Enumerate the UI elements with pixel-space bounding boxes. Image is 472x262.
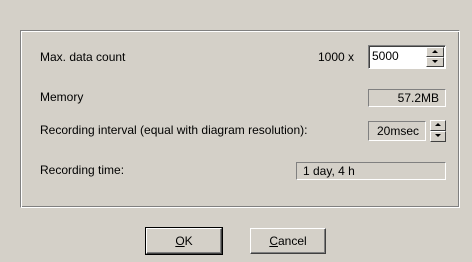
ok-button[interactable]: OK xyxy=(145,227,223,255)
max-data-count-spinner[interactable] xyxy=(368,45,446,69)
recording-time-value-field: 1 day, 4 h xyxy=(296,162,446,180)
arrow-down-icon xyxy=(435,134,441,137)
ok-button-mnemonic: O xyxy=(175,234,185,248)
memory-label: Memory xyxy=(40,90,84,104)
arrow-up-icon xyxy=(432,50,438,53)
recording-interval-value-field: 20msec xyxy=(368,121,426,141)
arrow-up-icon xyxy=(435,123,441,126)
recording-interval-increment-button[interactable] xyxy=(430,120,446,131)
recording-settings-dialog: Max. data count 1000 x Memory 57.2MB Rec… xyxy=(0,0,472,262)
recording-time-label: Recording time: xyxy=(40,163,125,177)
memory-value-field: 57.2MB xyxy=(368,89,446,107)
max-data-count-multiplier: 1000 x xyxy=(318,50,355,64)
max-data-count-spin-buttons xyxy=(426,47,444,67)
recording-interval-decrement-button[interactable] xyxy=(430,131,446,142)
max-data-count-increment-button[interactable] xyxy=(426,47,444,57)
max-data-count-input[interactable] xyxy=(372,48,420,64)
arrow-down-icon xyxy=(432,60,438,63)
ok-button-label-rest: K xyxy=(184,234,193,248)
cancel-button-mnemonic: C xyxy=(269,234,278,248)
cancel-button-label-rest: ancel xyxy=(277,234,307,248)
max-data-count-decrement-button[interactable] xyxy=(426,57,444,67)
recording-interval-label: Recording interval (equal with diagram r… xyxy=(40,123,308,137)
cancel-button[interactable]: Cancel xyxy=(250,228,326,254)
max-data-count-label: Max. data count xyxy=(40,50,126,64)
recording-interval-spinner xyxy=(430,120,446,142)
